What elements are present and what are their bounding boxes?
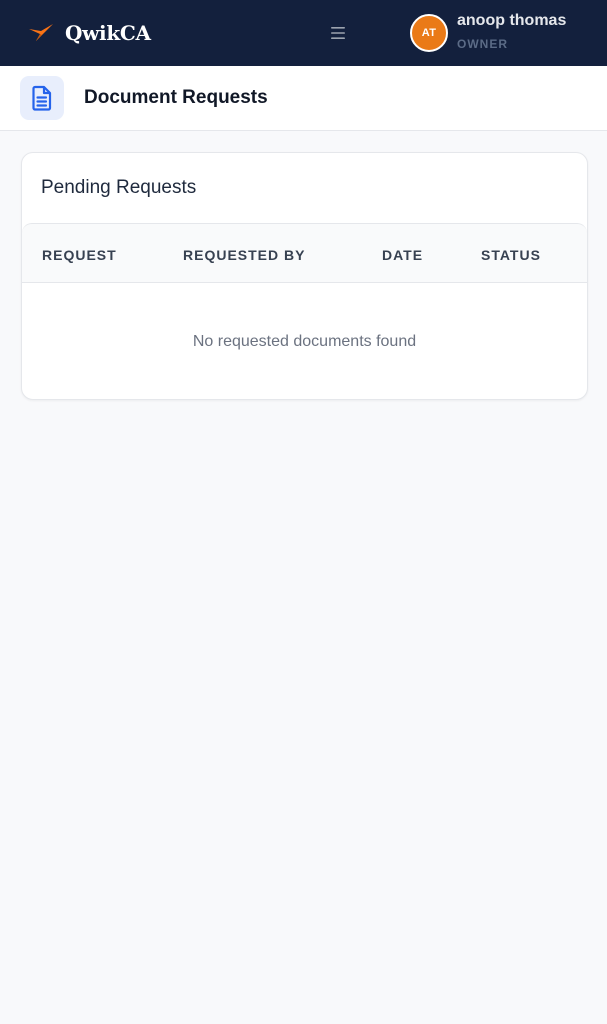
top-navbar: QwikCA AT anoop thomas OWNER (0, 0, 607, 66)
document-icon (20, 76, 64, 120)
column-header-status: STATUS (481, 247, 541, 263)
hamburger-icon[interactable] (328, 24, 348, 42)
column-header-requested-by: REQUESTED BY (183, 247, 306, 263)
page-header: Document Requests (0, 66, 607, 131)
page-title: Document Requests (84, 87, 268, 108)
column-header-request: REQUEST (42, 247, 117, 263)
column-header-date: DATE (382, 247, 424, 263)
pending-requests-card: Pending Requests REQUEST REQUESTED BY DA… (21, 152, 588, 400)
bird-logo-icon (28, 22, 54, 44)
user-name[interactable]: anoop thomas (457, 12, 566, 30)
empty-state-message: No requested documents found (192, 333, 417, 350)
table-header: REQUEST REQUESTED BY DATE STATUS (22, 223, 587, 283)
app-logo[interactable]: QwikCA (28, 19, 151, 47)
user-role: OWNER (457, 37, 508, 51)
card-title: Pending Requests (41, 177, 197, 198)
avatar[interactable]: AT (410, 14, 448, 52)
logo-text: QwikCA (65, 21, 151, 45)
